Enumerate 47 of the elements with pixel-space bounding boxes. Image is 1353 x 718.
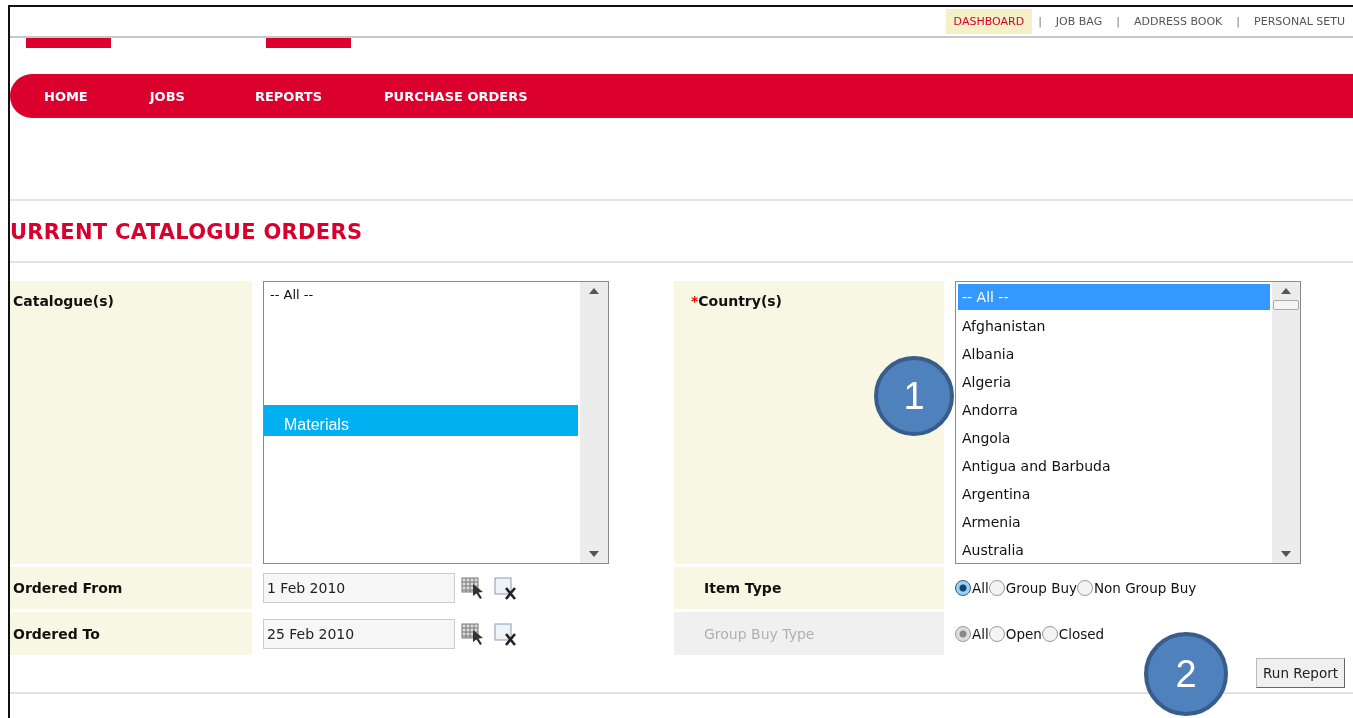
list-option[interactable]: Antigua and Barbuda <box>958 452 1270 480</box>
scroll-up-icon[interactable] <box>589 288 599 294</box>
field-label: Ordered To <box>10 612 252 655</box>
scroll-down-icon[interactable] <box>589 551 599 557</box>
country-list[interactable]: -- All -- Afghanistan Albania Algeria Andorra Angola Antigua and Barbuda Argentina Armenia Australia <box>955 281 1301 564</box>
run-report-button[interactable]: Run Report <box>1256 658 1345 688</box>
scrollbar[interactable] <box>1272 282 1300 563</box>
field-label: Group Buy Type <box>674 612 944 655</box>
list-option[interactable]: Albania <box>958 340 1270 368</box>
field-label: Item Type <box>674 567 944 609</box>
list-option[interactable]: Australia <box>958 536 1270 563</box>
scroll-down-icon[interactable] <box>1281 551 1291 557</box>
list-option[interactable]: Afghanistan <box>958 312 1270 340</box>
radio-button[interactable]: Group Buy <box>988 580 1077 596</box>
date-field[interactable]: 1 Feb 2010 <box>263 573 455 603</box>
nav-link[interactable]: PURCHASE ORDERS <box>384 88 528 104</box>
list-option[interactable]: Algeria <box>958 368 1270 396</box>
list-option[interactable]: -- All -- <box>266 284 578 306</box>
nav-link[interactable]: HOME <box>44 88 88 104</box>
scrollbar[interactable] <box>580 282 608 563</box>
radio-button[interactable]: Non Group Buy <box>1076 580 1197 596</box>
list-option[interactable]: Armenia <box>958 508 1270 536</box>
radio-button[interactable]: All <box>955 580 989 596</box>
required-mark: * <box>691 293 699 309</box>
scroll-up-icon[interactable] <box>1281 288 1291 294</box>
list-option[interactable]: Angola <box>958 424 1270 452</box>
top-link[interactable]: DASHBOARD <box>945 9 1033 34</box>
top-link[interactable]: PERSONAL SETU <box>1246 9 1353 34</box>
separator: | <box>1115 15 1121 28</box>
clear-icon[interactable] <box>493 576 519 600</box>
field-label: Ordered From <box>10 567 252 609</box>
scroll-thumb[interactable] <box>1273 300 1299 310</box>
list-option[interactable]: Andorra <box>958 396 1270 424</box>
page-title: URRENT CATALOGUE ORDERS <box>10 219 364 246</box>
separator: | <box>1235 15 1242 28</box>
list-option[interactable]: Argentina <box>958 480 1270 508</box>
top-link[interactable]: ADDRESS BOOK <box>1125 9 1231 34</box>
date-field[interactable]: 25 Feb 2010 <box>263 618 455 649</box>
top-link[interactable]: JOB BAG <box>1047 9 1111 34</box>
nav-link[interactable]: JOBS <box>149 88 185 104</box>
clear-icon[interactable] <box>493 621 519 646</box>
nav-link[interactable]: REPORTS <box>254 88 323 104</box>
field-label: Catalogue(s) <box>10 281 252 564</box>
callout-badge: 2 <box>1144 632 1228 716</box>
label-text: Country(s) <box>698 293 782 309</box>
catalogue-list[interactable]: -- All -- Materials <box>263 281 609 564</box>
separator: | <box>1037 15 1043 28</box>
